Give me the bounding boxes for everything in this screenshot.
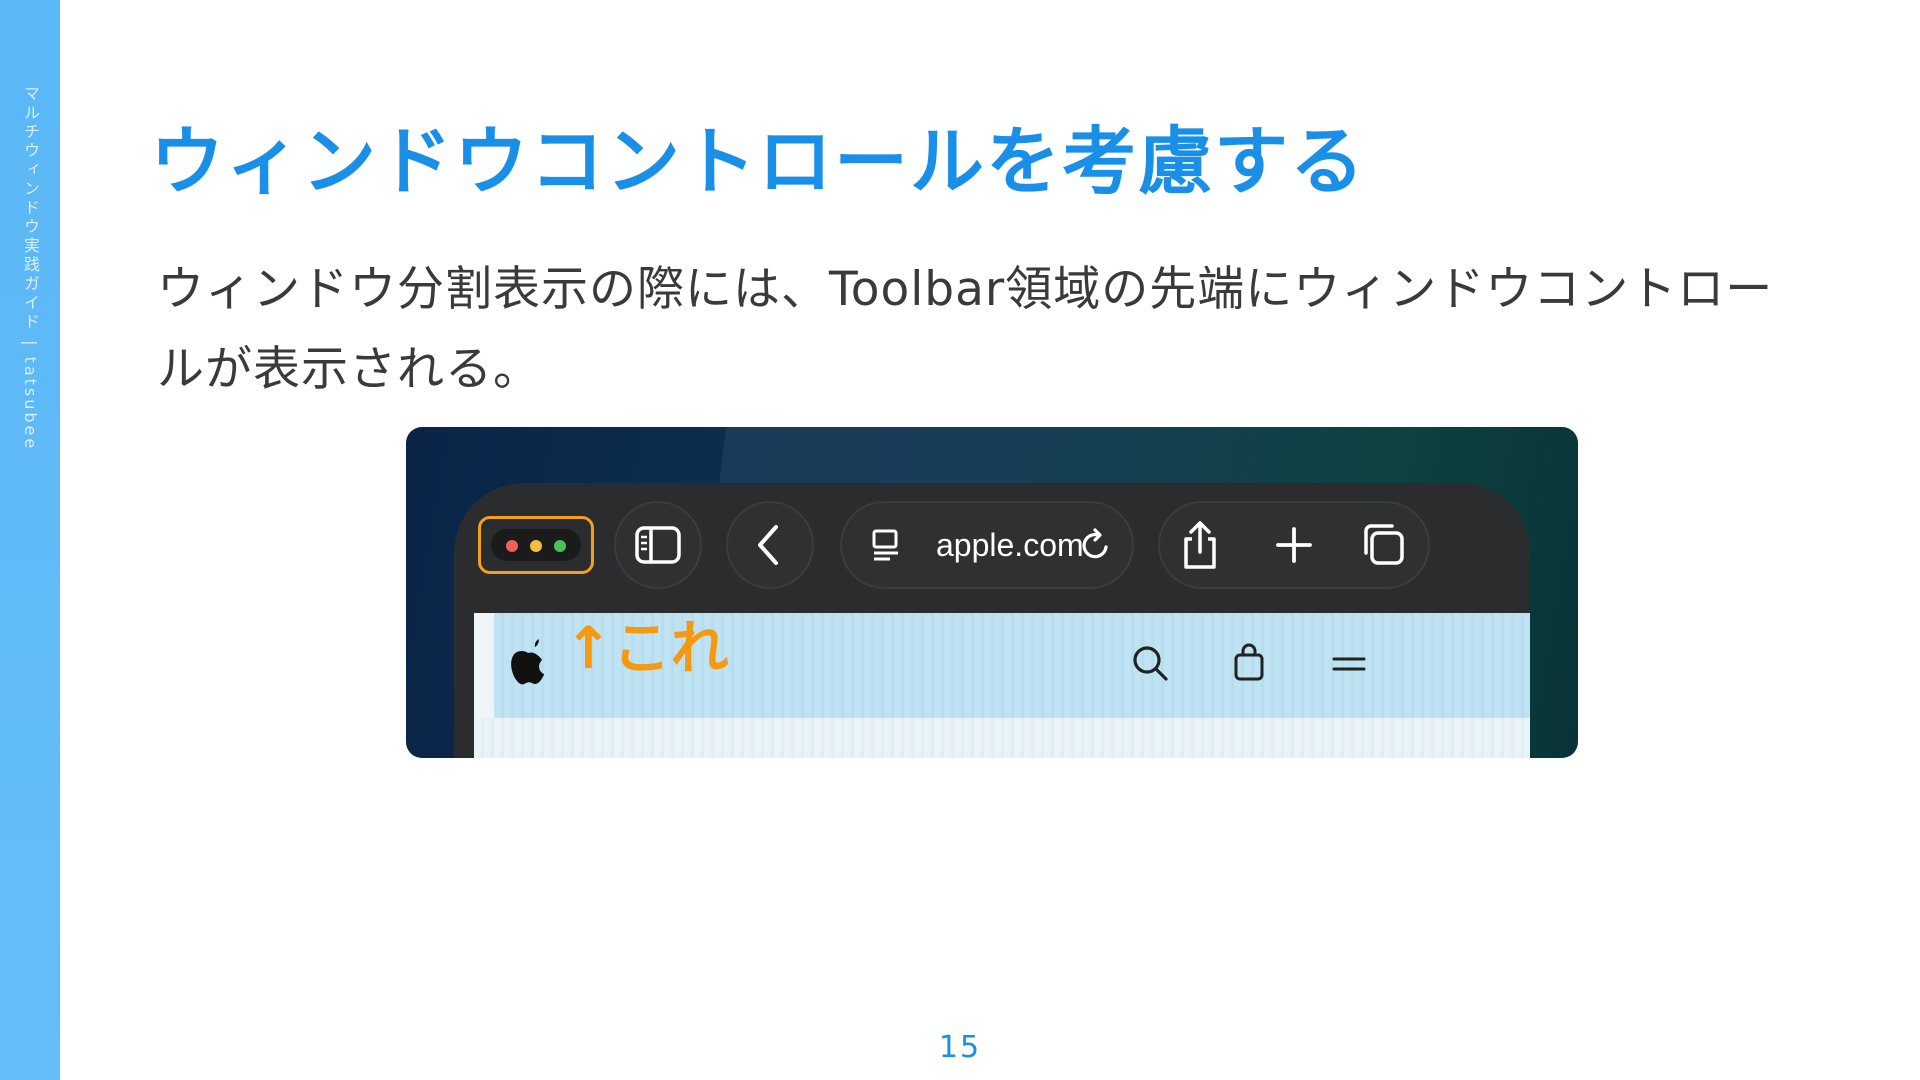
search-icon[interactable] (1128, 641, 1174, 687)
browser-window: apple.com ↑これ (454, 483, 1530, 758)
back-chevron-icon (758, 525, 778, 565)
window-controls-icon[interactable] (491, 529, 581, 561)
apple-logo-icon[interactable] (506, 639, 550, 689)
share-icon[interactable] (1172, 517, 1228, 573)
page-number: 15 (938, 1030, 982, 1065)
annotation-label: ↑これ (564, 614, 729, 682)
slide-body: ウィンドウ分割表示の際には、Toolbar領域の先端にウィンドウコントロールが表… (157, 262, 1774, 397)
plus-icon[interactable] (1266, 517, 1322, 573)
window-controls-highlight (478, 516, 594, 574)
address-bar[interactable]: apple.com (840, 501, 1134, 589)
minimize-dot-icon[interactable] (530, 540, 542, 552)
sidebar-label: マルチウィンドウ実践ガイド | tatsubee (21, 85, 40, 452)
close-dot-icon[interactable] (506, 540, 518, 552)
page-icon (872, 529, 898, 561)
sidebar-button[interactable] (614, 501, 702, 589)
sidebar: マルチウィンドウ実践ガイド | tatsubee (0, 0, 60, 1080)
back-button[interactable] (726, 501, 814, 589)
menu-icon[interactable] (1326, 641, 1372, 687)
url-text: apple.com (936, 527, 1084, 563)
zoom-dot-icon[interactable] (554, 540, 566, 552)
content-lower (474, 718, 1530, 758)
slide-title: ウィンドウコントロールを考慮する (150, 119, 1366, 205)
sidebar-icon (635, 526, 681, 564)
actions-group (1158, 501, 1430, 589)
tabs-icon[interactable] (1356, 517, 1412, 573)
reload-icon[interactable] (1076, 525, 1116, 565)
web-content: ↑これ (474, 613, 1530, 758)
browser-screenshot: apple.com ↑これ (406, 427, 1578, 758)
bag-icon[interactable] (1226, 639, 1272, 685)
